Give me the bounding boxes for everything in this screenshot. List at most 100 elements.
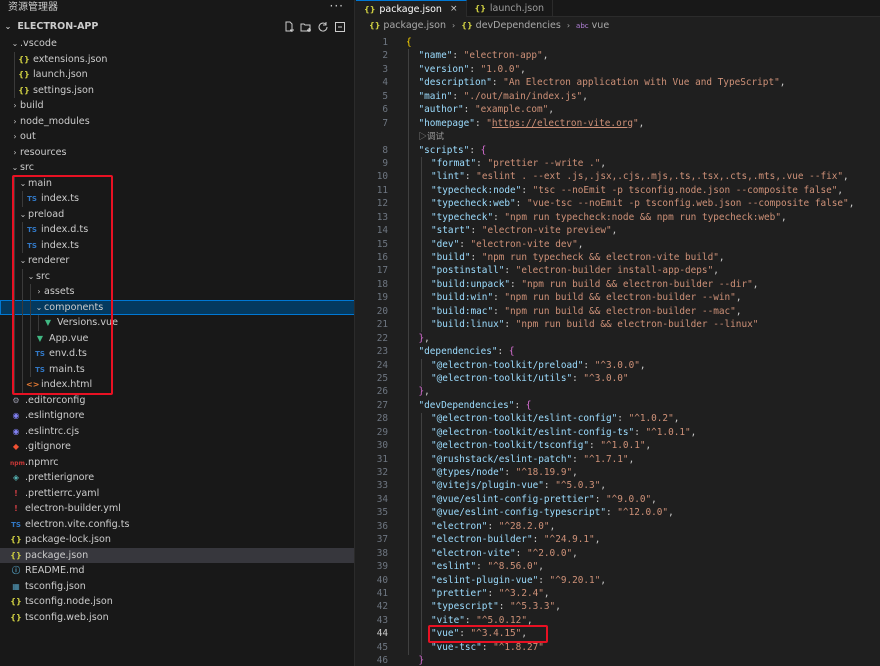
indent-guide <box>22 361 23 377</box>
tree-folder[interactable]: › assets <box>0 284 354 300</box>
tree-folder[interactable]: ⌄ .vscode <box>0 36 354 52</box>
tree-file[interactable]: TS main.ts <box>0 361 354 377</box>
tree-file[interactable]: {} settings.json <box>0 82 354 98</box>
code-line: 44 "vue": "^3.4.15", <box>356 625 880 643</box>
code-line: 45 "vue-tsc": "^1.8.27" <box>356 641 880 654</box>
tree-file[interactable]: {} launch.json <box>0 67 354 83</box>
file-tree: ⌄ .vscode{} extensions.json{} launch.json{}… <box>0 36 354 626</box>
token: , <box>673 413 680 425</box>
new-folder-icon[interactable] <box>300 21 312 33</box>
indent-guide <box>420 412 422 655</box>
breadcrumb-leaf[interactable]: vue <box>592 20 610 31</box>
tree-item-label: README.md <box>25 565 85 576</box>
token: : <box>514 399 526 411</box>
tree-file[interactable]: ▦ tsconfig.json <box>0 579 354 595</box>
token: "@electron-toolkit/tsconfig" <box>431 440 590 452</box>
tree-item-label: index.d.ts <box>41 224 89 235</box>
tree-file[interactable]: ▼ App.vue <box>0 330 354 346</box>
tree-folder[interactable]: ⌄ renderer <box>0 253 354 269</box>
tree-file[interactable]: ▼ Versions.vue <box>0 315 354 331</box>
more-actions-icon[interactable]: ··· <box>330 0 344 14</box>
token: , <box>538 561 544 573</box>
tab-launch-json[interactable]: {} launch.json <box>467 0 554 17</box>
token: , <box>638 117 645 129</box>
tree-file[interactable]: ! .prettierrc.yaml <box>0 486 354 502</box>
line-number: 3 <box>382 63 388 75</box>
tree-folder[interactable]: ⌄ main <box>0 175 354 191</box>
tree-item-label: package-lock.json <box>25 534 111 545</box>
tree-file[interactable]: {} tsconfig.web.json <box>0 610 354 626</box>
tree-folder[interactable]: › out <box>0 129 354 145</box>
line-number: 12 <box>376 198 388 210</box>
file-type-icon: ⚙ <box>12 395 20 405</box>
tree-folder[interactable]: › resources <box>0 145 354 161</box>
line-number: 38 <box>376 547 388 559</box>
indent-guide <box>14 82 15 98</box>
indent-guide <box>408 49 409 655</box>
tree-file[interactable]: ◈ .prettierignore <box>0 470 354 486</box>
tree-item-label: .gitignore <box>25 441 71 452</box>
tree-file[interactable]: ◉ .eslintrc.cjs <box>0 424 354 440</box>
token: "^9.0.0" <box>605 493 652 505</box>
code-view[interactable]: 1{2 "name": "electron-app", 3 "version": "1… <box>356 36 880 666</box>
token: "^28.2.0" <box>498 520 550 532</box>
file-type-icon: ! <box>14 488 18 498</box>
line-number: 16 <box>376 252 388 263</box>
token: "vue" <box>431 628 460 640</box>
token: : <box>594 493 606 505</box>
tree-file[interactable]: ! electron-builder.yml <box>0 501 354 517</box>
file-type-icon: TS <box>27 195 37 203</box>
indent-guide <box>14 361 15 377</box>
chevron-down-icon: ⌄ <box>35 302 43 312</box>
tree-file[interactable]: TS electron.vite.config.ts <box>0 517 354 533</box>
tree-file[interactable]: ⚙ .editorconfig <box>0 393 354 409</box>
tree-file[interactable]: ⓘ README.md <box>0 563 354 579</box>
line-number: 13 <box>376 211 388 223</box>
tree-folder[interactable]: ⌄ src <box>0 160 354 176</box>
refresh-icon[interactable] <box>317 21 329 33</box>
tree-file[interactable]: TS index.ts <box>0 191 354 207</box>
token: "^12.0.0" <box>617 507 669 519</box>
workspace-root[interactable]: ⌄ ELECTRON-APP <box>0 16 354 38</box>
tree-file[interactable]: TS env.d.ts <box>0 346 354 362</box>
code-text: "build:win": "npm run build && electron-… <box>431 291 741 304</box>
code-text: "lint": "eslint . --ext .js,.jsx,.cjs,.m… <box>431 170 849 183</box>
code-text: "@electron-toolkit/eslint-config-ts": "^… <box>431 426 696 439</box>
tree-file[interactable]: {} extensions.json <box>0 51 354 67</box>
tree-item-label: assets <box>44 286 75 297</box>
code-text: "version": "1.0.0", <box>419 63 526 76</box>
close-icon[interactable]: × <box>450 1 458 18</box>
tree-folder[interactable]: ⌄ src <box>0 268 354 284</box>
collapse-all-icon[interactable] <box>334 21 346 33</box>
breadcrumb-file[interactable]: package.json <box>383 20 446 31</box>
tree-file[interactable]: {} package-lock.json <box>0 532 354 548</box>
token: "homepage" <box>418 117 475 129</box>
tree-file[interactable]: npm.npmrc <box>0 455 354 471</box>
codelens-debug[interactable]: ▷调试 <box>419 130 445 143</box>
breadcrumb-node[interactable]: devDependencies <box>476 20 561 31</box>
code-text: "@vue/eslint-config-prettier": "^9.0.0", <box>431 493 657 506</box>
tree-folder[interactable]: › build <box>0 98 354 114</box>
tree-file[interactable]: ◆ .gitignore <box>0 439 354 455</box>
token: : <box>532 534 544 546</box>
tree-item-label: extensions.json <box>33 53 108 65</box>
tree-folder[interactable]: ⌄ components <box>0 299 354 315</box>
tree-item-label: src <box>36 270 51 282</box>
tree-file[interactable]: <> index.html <box>0 377 354 393</box>
tree-file[interactable]: {} tsconfig.node.json <box>0 594 354 610</box>
token: "tsc --noEmit -p tsconfig.node.json --co… <box>532 184 838 196</box>
line-number: 23 <box>376 346 388 358</box>
codelens[interactable]: ▷调试 <box>356 130 880 143</box>
tree-item-label: tsconfig.web.json <box>25 611 109 623</box>
indent-guide <box>22 268 23 284</box>
new-file-icon[interactable] <box>283 21 295 33</box>
tree-file[interactable]: TS index.ts <box>0 237 354 253</box>
tab-package-json[interactable]: {} package.json × <box>356 0 467 17</box>
tree-folder[interactable]: ⌄ preload <box>0 206 354 222</box>
token: "eslint . --ext .js,.jsx,.cjs,.mjs,.ts,.… <box>476 171 844 183</box>
tree-file[interactable]: ◉ .eslintignore <box>0 408 354 424</box>
token: "^5.0.3" <box>555 480 601 492</box>
tree-file[interactable]: {} package.json <box>0 547 354 563</box>
tree-folder[interactable]: › node_modules <box>0 114 354 130</box>
tree-file[interactable]: TS index.d.ts <box>0 222 354 238</box>
